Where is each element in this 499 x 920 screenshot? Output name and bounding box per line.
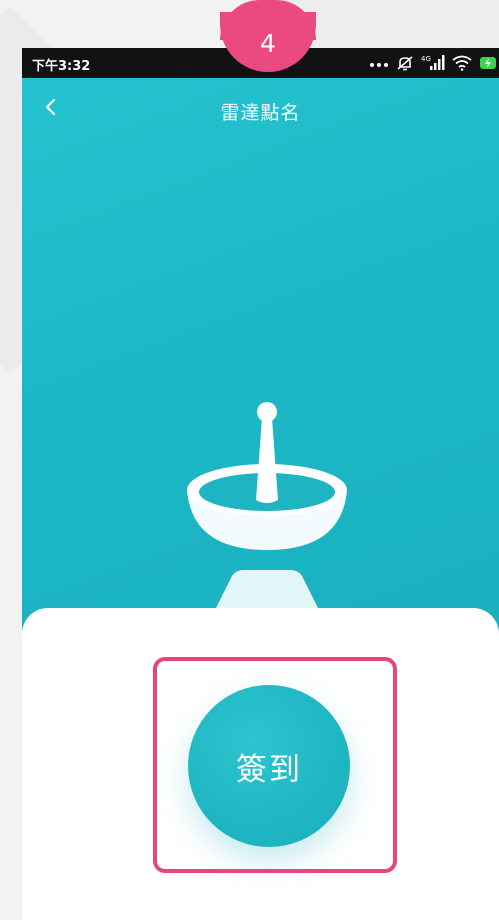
battery-charging-icon [479,55,497,71]
signal-4g-icon: 4G [421,54,445,72]
radar-hero-area: 雷達點名 [22,78,499,638]
wifi-icon [452,55,472,71]
radar-dish-illustration [182,378,352,562]
page-title: 雷達點名 [220,102,301,124]
mute-icon [396,54,414,72]
network-type-label: 4G [421,55,431,63]
status-time: 下午3:32 [32,59,91,74]
highlight-annotation-box [153,657,397,873]
phone-screen: 下午3:32 4G 雷達點名 簽到 [22,48,499,920]
status-icons: 4G [369,52,497,74]
step-number: 4 [260,29,276,58]
more-dots-icon [369,57,389,69]
